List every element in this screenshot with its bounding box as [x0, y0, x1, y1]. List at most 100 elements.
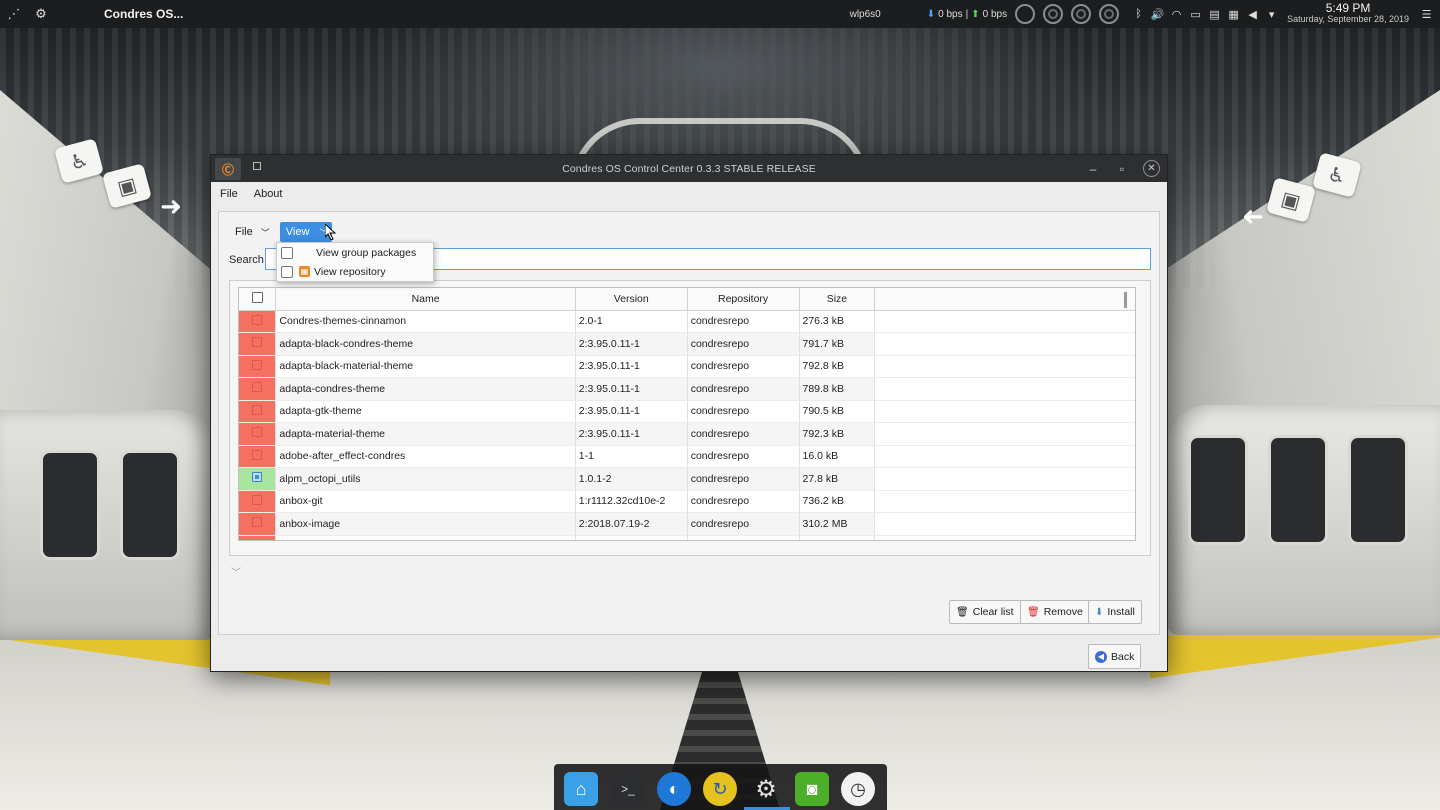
install-status-cell[interactable]: [239, 535, 277, 540]
filler-cell: [874, 467, 1135, 491]
install-status-cell[interactable]: [239, 422, 277, 446]
package-name-cell: adobe-after_effect-condres: [275, 445, 576, 468]
cpu-monitor-icon[interactable]: [1015, 4, 1036, 24]
table-row[interactable]: anbox-image 2:2018.07.19-2 condresrepo 310.…: [239, 512, 1135, 536]
view-group-packages-checkbox[interactable]: [281, 246, 293, 259]
table-row[interactable]: adapta-black-material-theme 2:3.95.0.11-1…: [239, 355, 1135, 378]
table-row[interactable]: anbox-modules-dkms-git1:r1112.32cd10e-2c…: [239, 535, 1135, 540]
close-icon[interactable]: ✕: [1143, 160, 1160, 177]
select-all-checkbox[interactable]: [251, 291, 263, 303]
package-version-cell: 1.0.1-2: [575, 467, 688, 491]
menu-item-view-repository[interactable]: ▦ View repository: [277, 262, 433, 281]
install-status-cell[interactable]: [239, 490, 277, 513]
package-size-cell: 790.5 kB: [799, 400, 876, 423]
package-name-cell: adapta-black-condres-theme: [275, 332, 576, 356]
back-button[interactable]: ◀ Back: [1088, 644, 1142, 669]
minimize-icon[interactable]: –: [1083, 159, 1103, 179]
table-row[interactable]: Condres-themes-cinnamon 2.0-1 condresrepo 2…: [239, 310, 1135, 333]
row-checkbox[interactable]: [252, 517, 263, 528]
swap-monitor-icon[interactable]: [1071, 4, 1092, 24]
terminal-icon[interactable]: >_: [611, 772, 645, 806]
top-panel: ⋰ ⚙ Condres OS... wlp6s0 ⬇ 0 bps | ⬆ 0 b…: [0, 0, 1440, 28]
package-repo-cell: condresrepo: [687, 400, 800, 423]
download-arrow-icon: ⬇: [926, 8, 936, 20]
table-scrollbar[interactable]: [1124, 292, 1127, 308]
menu-item-view-group-packages[interactable]: View group packages: [277, 243, 433, 262]
install-button[interactable]: ⬇ Install: [1088, 600, 1142, 624]
settings-gear-icon[interactable]: ⚙: [30, 3, 52, 25]
install-status-cell[interactable]: [239, 332, 277, 356]
menu-about[interactable]: About: [254, 188, 283, 200]
menu-file[interactable]: File: [220, 188, 238, 200]
row-checkbox[interactable]: [252, 449, 263, 460]
window-titlebar[interactable]: Ⓒ Condres OS Control Center 0.3.3 STABLE…: [211, 155, 1167, 182]
chevron-down-icon[interactable]: ▾: [1262, 8, 1281, 21]
column-header-repository[interactable]: Repository: [687, 288, 800, 311]
row-checkbox[interactable]: [252, 359, 263, 370]
chevron-down-icon[interactable]: ﹀: [231, 564, 241, 579]
condres-logo-icon[interactable]: Ⓒ: [215, 158, 241, 180]
row-checkbox[interactable]: [252, 382, 263, 393]
network-speed: ⬇ 0 bps | ⬆ 0 bps: [927, 9, 1007, 20]
battery-icon[interactable]: ▭: [1186, 8, 1205, 21]
volume-icon[interactable]: 🔊: [1148, 8, 1167, 21]
screenshot-icon[interactable]: ◙: [795, 772, 829, 806]
notifications-icon[interactable]: ☰: [1417, 8, 1436, 21]
install-status-cell[interactable]: [239, 310, 277, 333]
table-row[interactable]: adobe-after_effect-condres 1-1 condresrepo…: [239, 445, 1135, 468]
pin-icon[interactable]: [253, 162, 261, 170]
row-checkbox[interactable]: [252, 427, 263, 438]
arrow-left-icon: ➜: [1242, 200, 1264, 231]
drive-icon[interactable]: ▤: [1205, 8, 1224, 21]
table-row[interactable]: adapta-material-theme 2:3.95.0.11-1 condre…: [239, 422, 1135, 446]
row-checkbox[interactable]: [252, 314, 263, 325]
package-table[interactable]: Name Version Repository Size Condres-the…: [238, 287, 1136, 541]
memory-monitor-icon[interactable]: [1043, 4, 1064, 24]
browser-icon[interactable]: ◐: [657, 772, 691, 806]
file-dropdown[interactable]: File ﹀: [229, 224, 276, 241]
install-icon: ⬇: [1095, 606, 1104, 618]
remove-button[interactable]: 🗑 Remove: [1020, 600, 1090, 624]
install-status-cell[interactable]: [239, 445, 277, 468]
clock[interactable]: 5:49 PM Saturday, September 28, 2019: [1287, 2, 1409, 25]
view-repository-checkbox[interactable]: [281, 265, 293, 278]
wallpaper-train-right: [1168, 405, 1440, 635]
select-all-header[interactable]: [239, 288, 277, 311]
filler-cell: [874, 400, 1135, 423]
home-folder-icon[interactable]: ⌂: [564, 772, 598, 806]
maximize-icon[interactable]: ▫: [1112, 159, 1132, 179]
column-header-size[interactable]: Size: [799, 288, 876, 311]
package-version-cell: 2:3.95.0.11-1: [575, 332, 688, 356]
table-row[interactable]: alpm_octopi_utils 1.0.1-2 condresrepo 27.8 …: [239, 467, 1135, 491]
clock-app-icon[interactable]: ◷: [841, 772, 875, 806]
row-checkbox[interactable]: [252, 472, 263, 483]
updater-icon[interactable]: ↻: [703, 772, 737, 806]
settings-gear-icon[interactable]: ⚙: [749, 772, 783, 806]
clear-list-button[interactable]: 🗑 Clear list: [949, 600, 1021, 624]
install-status-cell[interactable]: [239, 467, 277, 491]
table-row[interactable]: adapta-gtk-theme 2:3.95.0.11-1 condresrepo…: [239, 400, 1135, 423]
wifi-icon[interactable]: ◠: [1167, 8, 1186, 21]
speaker-icon[interactable]: ◀: [1243, 8, 1262, 21]
table-row[interactable]: adapta-condres-theme 2:3.95.0.11-1 condres…: [239, 377, 1135, 401]
package-size-cell: 791.7 kB: [799, 332, 876, 356]
window-menubar: File About: [211, 182, 1167, 206]
filler-cell: [874, 332, 1135, 356]
install-status-cell[interactable]: [239, 400, 277, 423]
disk-monitor-icon[interactable]: [1099, 4, 1120, 24]
row-checkbox[interactable]: [252, 539, 263, 540]
install-status-cell[interactable]: [239, 512, 277, 536]
bluetooth-icon[interactable]: ᛒ: [1129, 8, 1148, 20]
app-menu-icon[interactable]: ⋰: [3, 3, 25, 25]
row-checkbox[interactable]: [252, 337, 263, 348]
table-row[interactable]: adapta-black-condres-theme 2:3.95.0.11-1 c…: [239, 332, 1135, 356]
column-header-name[interactable]: Name: [275, 288, 576, 311]
active-app-title[interactable]: Condres OS...: [104, 7, 183, 21]
install-status-cell[interactable]: [239, 355, 277, 378]
table-row[interactable]: anbox-git 1:r1112.32cd10e-2 condresrepo 736…: [239, 490, 1135, 513]
row-checkbox[interactable]: [252, 494, 263, 505]
row-checkbox[interactable]: [252, 404, 263, 415]
column-header-version[interactable]: Version: [575, 288, 688, 311]
clipboard-icon[interactable]: ▦: [1224, 8, 1243, 21]
install-status-cell[interactable]: [239, 377, 277, 401]
